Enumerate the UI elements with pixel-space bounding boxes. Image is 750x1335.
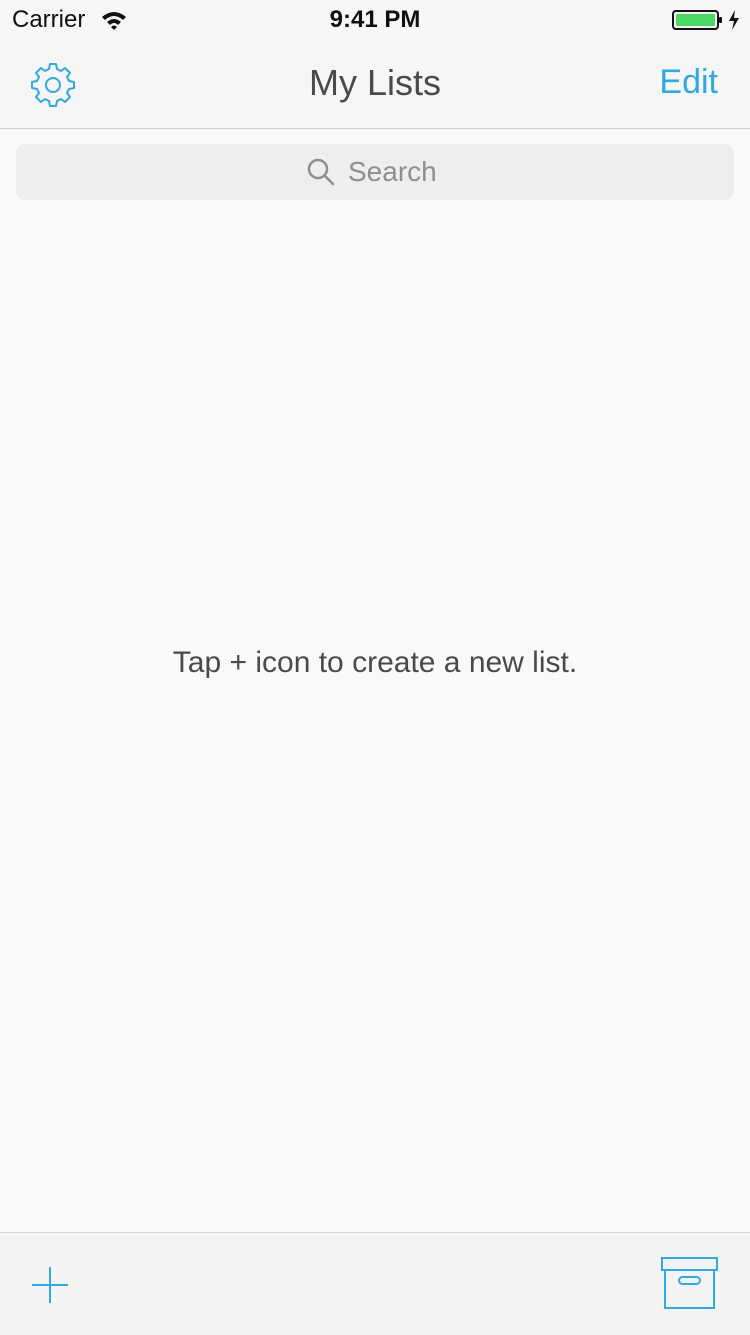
bottom-toolbar <box>0 1232 750 1335</box>
search-bar[interactable] <box>16 144 734 200</box>
plus-icon[interactable] <box>28 1263 72 1307</box>
search-input[interactable] <box>348 144 718 200</box>
edit-button[interactable]: Edit <box>659 63 718 102</box>
empty-state-message: Tap + icon to create a new list. <box>172 646 578 679</box>
status-time: 9:41 PM <box>329 6 421 33</box>
page-title: My Lists <box>308 62 441 103</box>
battery-icon <box>672 10 722 30</box>
charging-icon <box>729 10 739 30</box>
status-bar: Carrier 9:41 PM <box>0 0 750 40</box>
navigation-bar: My Lists Edit <box>0 40 750 129</box>
archive-icon[interactable] <box>660 1255 720 1311</box>
search-icon <box>307 158 335 186</box>
